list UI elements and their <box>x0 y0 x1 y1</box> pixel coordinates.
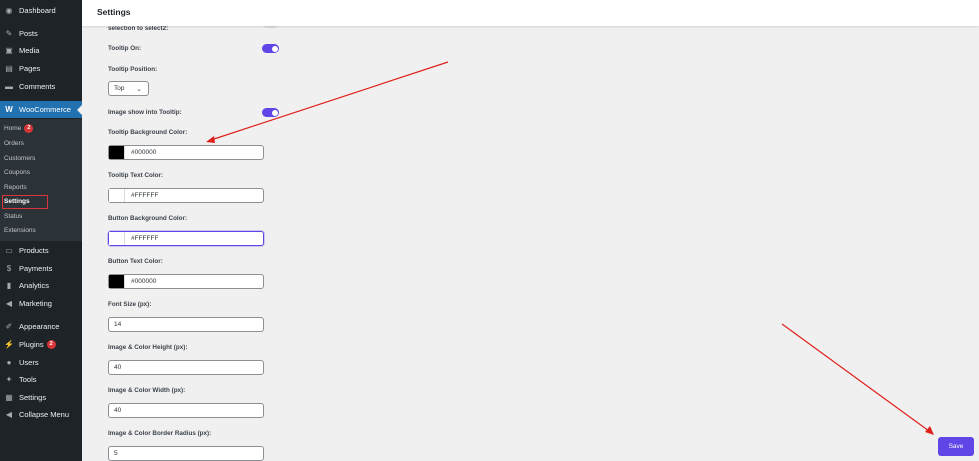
sidebar-item-label: WooCommerce <box>19 105 71 114</box>
submenu-item-orders[interactable]: Orders <box>4 140 24 147</box>
sidebar-item-label: Users <box>19 358 39 367</box>
button-text-color-label: Button Text Color: <box>108 258 163 265</box>
plugins-icon: ⚡ <box>4 340 14 349</box>
color-swatch[interactable] <box>109 275 125 288</box>
sidebar-item-label: Posts <box>19 29 38 38</box>
submenu-item-home[interactable]: Home 2 <box>4 124 34 133</box>
arrow-to-tooltip-bg <box>210 61 449 141</box>
submenu-item-coupons[interactable]: Coupons <box>4 169 30 176</box>
sidebar-item-label: Appearance <box>19 322 60 331</box>
font-size-input[interactable]: 14 <box>108 317 264 332</box>
tooltip-text-color-label: Tooltip Text Color: <box>108 172 164 179</box>
color-swatch[interactable] <box>109 189 125 202</box>
toggle-knob <box>271 109 278 116</box>
sidebar-item-label: Marketing <box>19 299 52 308</box>
woocommerce-icon: W <box>5 105 13 114</box>
tooltip-bg-color-input[interactable]: #000000 <box>108 145 264 160</box>
pin-icon: ✎ <box>5 29 13 38</box>
sidebar-item-payments[interactable]: $ Payments <box>0 260 82 277</box>
sidebar-item-label: Analytics <box>19 281 50 290</box>
products-icon: ▭ <box>5 246 13 255</box>
arrow-head-icon <box>925 426 934 435</box>
chevron-down-icon: ⌄ <box>136 86 142 93</box>
image-width-label: Image & Color Width (px): <box>108 387 186 394</box>
image-height-input[interactable]: 40 <box>108 360 264 375</box>
settings-highlight-box <box>2 195 48 209</box>
sidebar-item-posts[interactable]: ✎ Posts <box>0 25 82 42</box>
tooltip-position-select[interactable]: Top ⌄ <box>108 81 149 96</box>
sidebar-item-products[interactable]: ▭ Products <box>0 242 82 259</box>
sidebar-item-label: Pages <box>19 64 41 73</box>
sidebar-item-marketing[interactable]: ◀ Marketing <box>0 295 82 312</box>
sidebar-item-appearance[interactable]: ✐ Appearance <box>0 318 82 335</box>
admin-sidebar: Home 2 Orders Customers Coupons Reports S… <box>0 0 82 461</box>
collapse-icon: ◀ <box>5 410 13 419</box>
marketing-icon: ◀ <box>5 299 13 308</box>
tooltip-on-toggle[interactable] <box>262 44 279 53</box>
image-in-tooltip-label: Image show into Tooltip: <box>108 109 182 116</box>
tooltip-bg-color-label: Tooltip Background Color: <box>108 129 188 136</box>
image-width-input[interactable]: 40 <box>108 403 264 418</box>
button-bg-color-input[interactable]: #FFFFFF <box>108 231 264 246</box>
arrow-to-save <box>781 323 930 432</box>
toggle-knob <box>271 45 278 52</box>
submenu-item-customers[interactable]: Customers <box>4 155 35 162</box>
sidebar-item-label: Media <box>19 46 40 55</box>
submenu-item-reports[interactable]: Reports <box>4 184 27 191</box>
sidebar-item-label: Products <box>19 246 49 255</box>
comments-icon: ▬ <box>5 82 13 91</box>
sidebar-item-collapse-menu[interactable]: ◀ Collapse Menu <box>0 406 82 423</box>
appearance-icon: ✐ <box>5 322 13 331</box>
font-size-label: Font Size (px): <box>108 301 152 308</box>
payments-icon: $ <box>6 264 12 273</box>
sidebar-item-label: Tools <box>19 375 37 384</box>
tooltip-text-color-input[interactable]: #FFFFFF <box>108 188 264 203</box>
sidebar-item-pages[interactable]: ▤ Pages <box>0 60 82 77</box>
arrow-head-icon <box>206 136 215 143</box>
sidebar-item-label: Dashboard <box>19 6 56 15</box>
home-badge: 2 <box>24 124 34 133</box>
sidebar-item-users[interactable]: ● Users <box>0 354 82 371</box>
submenu-item-status[interactable]: Status <box>4 213 22 220</box>
sidebar-item-tools[interactable]: ✦ Tools <box>0 371 82 388</box>
analytics-icon: ▮ <box>6 281 12 290</box>
submenu-item-extensions[interactable]: Extensions <box>4 227 36 234</box>
sidebar-item-comments[interactable]: ▬ Comments <box>0 78 82 95</box>
image-radius-label: Image & Color Border Radius (px): <box>108 430 212 437</box>
pages-icon: ▤ <box>5 64 13 73</box>
tools-icon: ✦ <box>5 375 13 384</box>
users-icon: ● <box>6 358 12 367</box>
image-in-tooltip-toggle[interactable] <box>262 108 279 117</box>
sidebar-item-analytics[interactable]: ▮ Analytics <box>0 277 82 294</box>
settings-icon: ▦ <box>5 393 13 402</box>
dashboard-icon: ◉ <box>5 6 13 15</box>
plugins-badge: 2 <box>46 340 56 349</box>
active-indicator-arrow <box>77 105 82 115</box>
sidebar-item-label: Collapse Menu <box>19 410 70 419</box>
image-radius-input[interactable]: 5 <box>108 446 264 461</box>
save-button[interactable]: Save <box>938 437 974 456</box>
tooltip-position-label: Tooltip Position: <box>108 66 158 73</box>
color-swatch[interactable] <box>109 232 125 245</box>
image-height-label: Image & Color Height (px): <box>108 344 188 351</box>
sidebar-item-dashboard[interactable]: ◉ Dashboard <box>0 2 82 19</box>
sidebar-item-label: Payments <box>19 264 53 273</box>
sidebar-item-media[interactable]: ▣ Media <box>0 42 82 59</box>
media-icon: ▣ <box>5 46 13 55</box>
sidebar-item-settings[interactable]: ▦ Settings <box>0 389 82 406</box>
tooltip-on-label: Tooltip On: <box>108 45 142 52</box>
top-bar: Settings <box>82 0 979 26</box>
sidebar-item-woocommerce[interactable]: W WooCommerce <box>0 101 82 118</box>
sidebar-item-plugins[interactable]: ⚡ Plugins 2 <box>0 336 82 353</box>
color-swatch[interactable] <box>109 146 125 159</box>
sidebar-item-label: Plugins <box>19 340 44 349</box>
button-text-color-input[interactable]: #000000 <box>108 274 264 289</box>
woocommerce-submenu: Home 2 Orders Customers Coupons Reports S… <box>0 119 82 241</box>
sidebar-item-label: Comments <box>19 82 56 91</box>
partial-field-label: selection to select2: <box>108 25 169 32</box>
page-title: Settings <box>97 7 131 17</box>
sidebar-item-label: Settings <box>19 393 47 402</box>
button-bg-color-label: Button Background Color: <box>108 215 188 222</box>
